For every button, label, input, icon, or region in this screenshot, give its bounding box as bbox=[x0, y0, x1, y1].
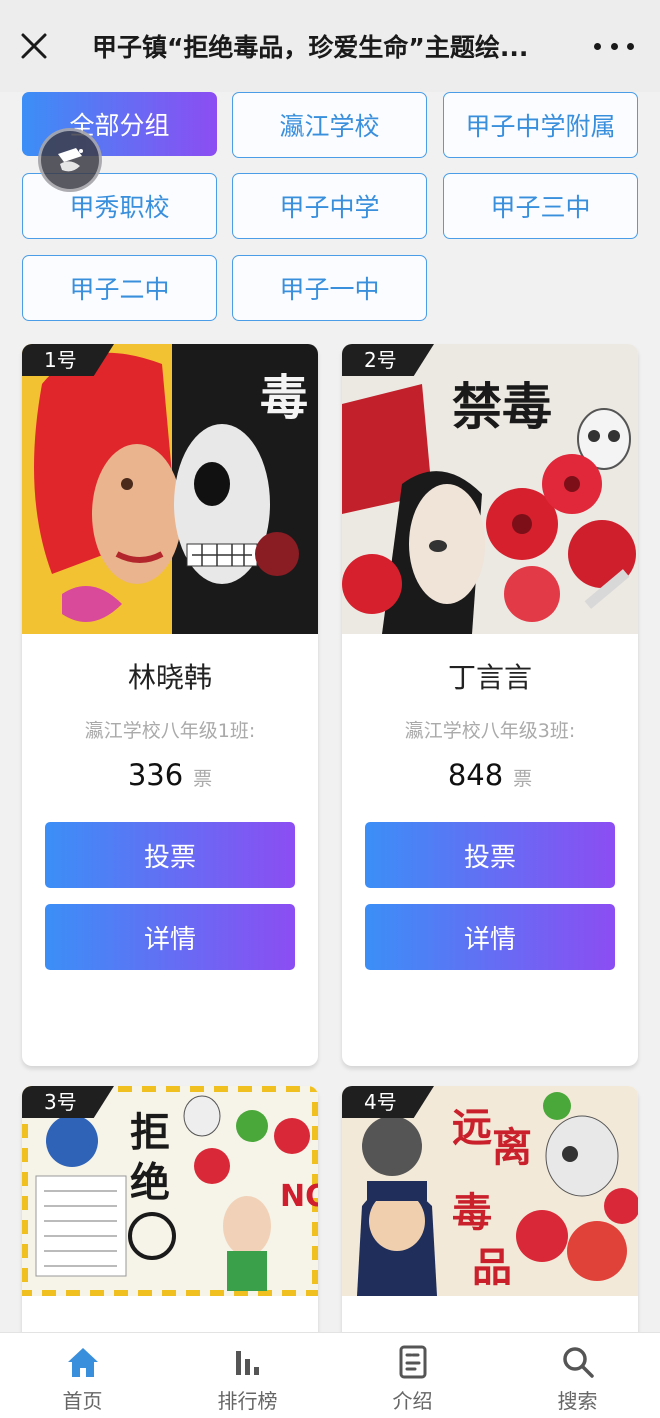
svg-text:毒: 毒 bbox=[452, 1189, 492, 1236]
logo-icon bbox=[58, 148, 83, 172]
intro-icon bbox=[399, 1345, 426, 1379]
close-icon[interactable] bbox=[18, 30, 50, 62]
artwork-poster-1: 毒 bbox=[22, 344, 318, 634]
group-jiazi-middle-affiliated[interactable]: 甲子中学附属 bbox=[443, 92, 638, 158]
search-icon bbox=[562, 1347, 594, 1378]
top-bar: 甲子镇“拒绝毒品，珍爱生命”主题绘... bbox=[0, 0, 660, 92]
group-jiazi-middle[interactable]: 甲子中学 bbox=[232, 173, 427, 239]
artwork-image-1[interactable]: 毒 1号 bbox=[22, 344, 318, 634]
artwork-poster-2: 禁毒 bbox=[342, 344, 638, 634]
vote-button[interactable]: 投票 bbox=[45, 822, 295, 888]
vote-button[interactable]: 投票 bbox=[365, 822, 615, 888]
bottom-tab-bar: 首页 排行榜 介绍 搜索 bbox=[0, 1332, 660, 1418]
tab-intro[interactable]: 介绍 bbox=[330, 1333, 495, 1418]
tab-label: 搜索 bbox=[557, 1389, 598, 1413]
vote-unit: 票 bbox=[193, 768, 213, 790]
svg-text:离: 离 bbox=[492, 1124, 532, 1171]
entry-card-1[interactable]: 毒 1号 林晓韩 瀛江学校八年级1班: 336 票 投票 详情 bbox=[22, 344, 318, 1066]
entry-school: 瀛江学校八年级1班: bbox=[84, 720, 256, 742]
svg-text:远: 远 bbox=[452, 1104, 492, 1151]
page-title: 甲子镇“拒绝毒品，珍爱生命”主题绘... bbox=[92, 33, 529, 62]
group-jiazi-third[interactable]: 甲子三中 bbox=[443, 173, 638, 239]
vote-unit: 票 bbox=[513, 768, 533, 790]
entry-author-name: 林晓韩 bbox=[127, 661, 212, 694]
entry-author-name: 丁言言 bbox=[447, 661, 532, 694]
tab-search[interactable]: 搜索 bbox=[495, 1333, 660, 1418]
vote-count-value: 848 bbox=[447, 758, 504, 792]
tab-ranking[interactable]: 排行榜 bbox=[165, 1333, 330, 1418]
ranking-icon bbox=[235, 1351, 259, 1375]
entry-school: 瀛江学校八年级3班: bbox=[404, 720, 576, 742]
group-jiazi-second[interactable]: 甲子二中 bbox=[22, 255, 217, 321]
entry-card-2[interactable]: 禁毒 2号 丁言言 瀛江学校八年级3班: 848 票 投票 详情 bbox=[342, 344, 638, 1066]
floating-app-logo[interactable] bbox=[38, 128, 102, 192]
svg-text:拒: 拒 bbox=[130, 1109, 170, 1156]
vote-count: 336 票 bbox=[22, 758, 318, 792]
tab-label: 首页 bbox=[62, 1389, 103, 1413]
main-content: 全部分组 瀛江学校 甲子中学附属 甲秀职校 甲子中学 甲子三中 甲子二中 甲子一… bbox=[0, 92, 660, 1332]
entry-card-4[interactable]: 远 离 毒 品 4号 bbox=[342, 1086, 638, 1332]
detail-button[interactable]: 详情 bbox=[45, 904, 295, 970]
artwork-image-2[interactable]: 禁毒 2号 bbox=[342, 344, 638, 634]
vote-count-value: 336 bbox=[127, 758, 184, 792]
tab-home[interactable]: 首页 bbox=[0, 1333, 165, 1418]
svg-text:品: 品 bbox=[472, 1244, 512, 1291]
svg-text:绝: 绝 bbox=[130, 1159, 170, 1206]
group-jiazi-first[interactable]: 甲子一中 bbox=[232, 255, 427, 321]
svg-text:禁毒: 禁毒 bbox=[452, 377, 552, 436]
tab-label: 介绍 bbox=[392, 1389, 433, 1413]
group-yingjiang[interactable]: 瀛江学校 bbox=[232, 92, 427, 158]
artwork-image-3[interactable]: 拒 绝 NO 3号 bbox=[22, 1086, 318, 1332]
vote-count: 848 票 bbox=[342, 758, 638, 792]
svg-text:毒: 毒 bbox=[260, 370, 308, 426]
more-icon[interactable] bbox=[594, 36, 634, 56]
tab-label: 排行榜 bbox=[217, 1389, 278, 1413]
home-icon bbox=[67, 1348, 98, 1377]
svg-text:NO: NO bbox=[280, 1179, 318, 1214]
artwork-image-4[interactable]: 远 离 毒 品 4号 bbox=[342, 1086, 638, 1332]
entry-card-3[interactable]: 拒 绝 NO 3号 bbox=[22, 1086, 318, 1332]
detail-button[interactable]: 详情 bbox=[365, 904, 615, 970]
